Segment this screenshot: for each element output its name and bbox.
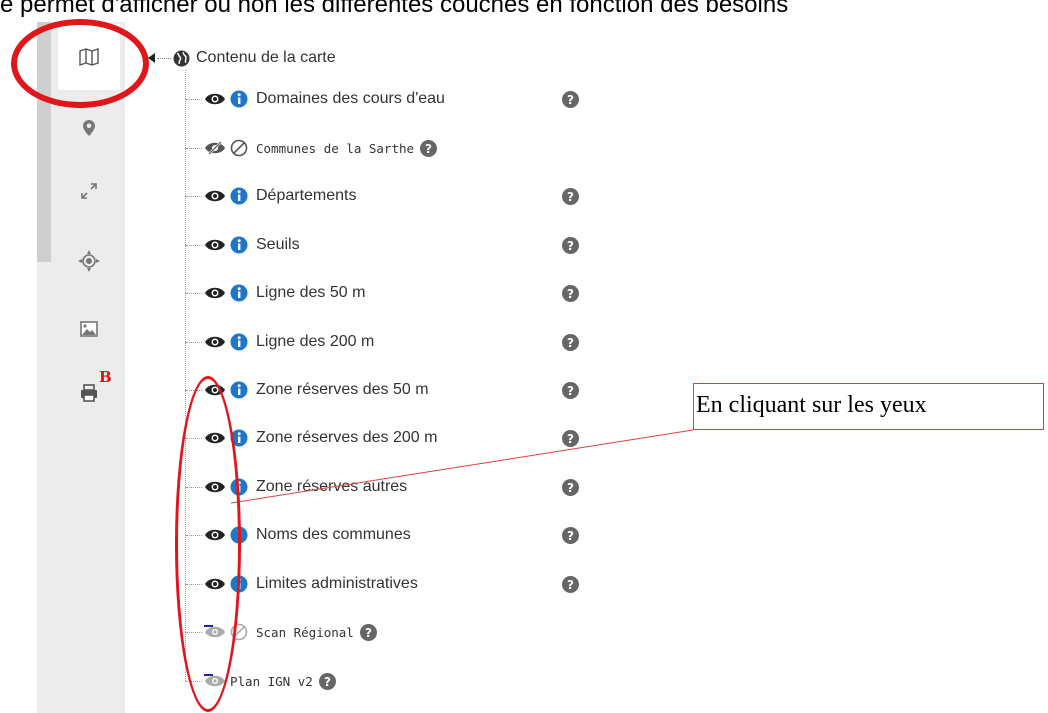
highlight-ellipse-eyes bbox=[175, 376, 241, 712]
annotation-box: En cliquant sur les yeux bbox=[693, 383, 1044, 430]
annotation-leader-line bbox=[230, 429, 694, 504]
